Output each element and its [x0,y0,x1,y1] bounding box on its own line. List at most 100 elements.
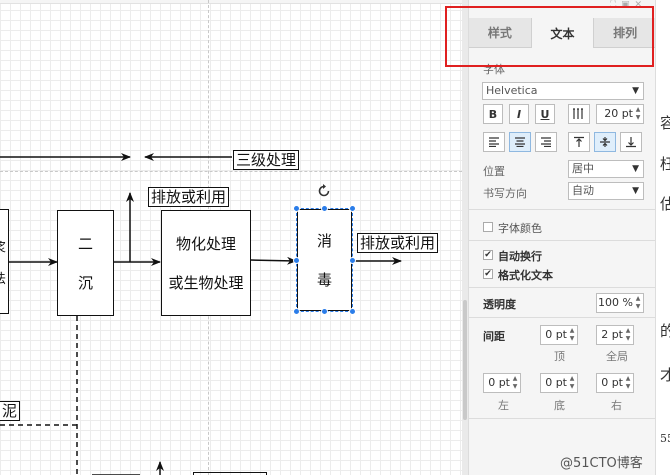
position-value: 居中 [572,162,594,175]
opacity-label: 透明度 [483,298,516,311]
vertical-text-button[interactable] [568,104,590,124]
resize-handle-n[interactable] [321,205,328,212]
bold-button[interactable]: B [483,104,503,124]
align-left-button[interactable] [483,132,505,152]
valign-top-button[interactable] [568,132,590,152]
spacing-left-value: 0 pt [488,376,510,389]
valign-middle-button[interactable] [594,132,616,152]
underline-button[interactable]: U [535,104,555,124]
doc-char: 55 [660,432,670,445]
word-wrap-checkbox[interactable]: ✔ [483,250,493,260]
spacing-left-caption: 左 [498,399,509,412]
word-wrap-label: 自动换行 [498,250,542,263]
diagram-canvas[interactable]: 浆 法 二 沉 物化处理 或生物处理 消 毒 三级处理 排放或利用 排放或利用 … [0,0,462,475]
chevron-down-icon: ▼ [632,164,639,174]
node-secondary-line-2: 沉 [77,274,93,292]
writing-direction-label: 书写方向 [483,187,527,200]
spacing-global-stepper[interactable]: ▲ ▼ [624,327,632,343]
resize-handle-nw[interactable] [293,205,300,212]
valign-top-icon [574,136,584,147]
italic-button[interactable]: I [509,104,529,124]
chevron-down-icon: ▼ [632,86,639,96]
resize-handle-sw[interactable] [293,308,300,315]
left-partial-char-2: 法 [0,268,6,287]
doc-char: 容 [660,112,670,133]
spacing-global-caption: 全局 [606,350,628,363]
node-physchem-line-2: 或生物处理 [168,274,244,292]
divider [469,287,656,288]
spacing-right-value: 0 pt [601,376,623,389]
resize-handle-w[interactable] [293,257,300,264]
label-discharge-2[interactable]: 排放或利用 [357,233,439,253]
spacing-bottom-caption: 底 [554,399,565,412]
valign-middle-icon [600,137,610,147]
doc-char: 枉 [660,153,670,174]
spacing-right-stepper[interactable]: ▲ ▼ [624,375,632,391]
align-center-button[interactable] [509,132,531,152]
vertical-text-icon [573,108,583,119]
label-discharge-1[interactable]: 排放或利用 [148,187,230,207]
left-partial-char-1: 浆 [0,237,6,256]
spacing-top-value: 0 pt [545,328,567,341]
writing-direction-select[interactable]: 自动 ▼ [568,182,644,200]
spacing-left-stepper[interactable]: ▲ ▼ [511,375,519,391]
resize-handle-ne[interactable] [349,205,356,212]
position-select[interactable]: 居中 ▼ [568,160,644,178]
doc-char: 才 [660,364,670,385]
font-size-input[interactable]: 20 pt ▲ ▼ [596,104,644,124]
spacing-global-input[interactable]: 2 pt ▲ ▼ [596,325,634,345]
left-partial-node[interactable]: 浆 法 [0,209,9,314]
panel-scrollbar-thumb[interactable] [463,300,467,420]
resize-handle-se[interactable] [349,308,356,315]
divider [469,209,656,210]
formatted-text-checkbox[interactable]: ✔ [483,269,493,279]
font-family-select[interactable]: Helvetica ▼ [482,82,644,100]
node-secondary-line-1: 二 [77,235,93,253]
spacing-bottom-input[interactable]: 0 pt ▲ ▼ [540,373,578,393]
font-family-value: Helvetica [486,84,538,97]
format-panel: 样式 文本 排列 字体 Helvetica ▼ B I U 20 pt ▲ ▼ 位… [468,0,657,475]
opacity-input[interactable]: 100 % ▲ ▼ [596,293,644,313]
rotate-icon[interactable] [316,183,332,199]
formatted-text-label: 格式化文本 [498,269,553,282]
edge-to-disinfect [250,256,297,265]
resize-handle-s[interactable] [321,308,328,315]
opacity-stepper[interactable]: ▲ ▼ [634,295,642,311]
spacing-label: 间距 [483,330,505,343]
valign-bottom-button[interactable] [620,132,642,152]
align-left-icon [489,137,499,147]
resize-handle-e[interactable] [349,257,356,264]
spacing-right-caption: 右 [611,399,622,412]
chevron-down-icon: ▼ [632,186,639,196]
font-color-checkbox[interactable] [483,222,493,232]
font-size-stepper[interactable]: ▲ ▼ [634,106,642,122]
tabs-highlight-annotation [445,6,654,67]
spacing-bottom-stepper[interactable]: ▲ ▼ [568,375,576,391]
spacing-global-value: 2 pt [601,328,623,341]
valign-bottom-icon [626,137,636,148]
node-secondary-settling[interactable]: 二 沉 [57,210,114,316]
spacing-top-stepper[interactable]: ▲ ▼ [568,327,576,343]
spacing-left-input[interactable]: 0 pt ▲ ▼ [483,373,521,393]
spacing-bottom-value: 0 pt [545,376,567,389]
document-edge: 容 枉 估 的 才 55 [655,0,670,475]
doc-char: 的 [660,320,670,341]
spacing-right-input[interactable]: 0 pt ▲ ▼ [596,373,634,393]
divider [469,418,656,419]
position-label: 位置 [483,165,505,178]
divider [469,240,656,241]
selection-outline [296,208,353,312]
label-sludge[interactable]: 泥 [0,401,21,421]
spacing-top-input[interactable]: 0 pt ▲ ▼ [540,325,578,345]
align-right-icon [541,137,551,147]
divider [469,317,656,318]
spacing-top-caption: 顶 [554,350,565,363]
node-physchem-line-1: 物化处理 [175,235,236,253]
node-physchem-treatment[interactable]: 物化处理 或生物处理 [161,210,251,316]
writing-direction-value: 自动 [572,184,594,197]
align-right-button[interactable] [535,132,557,152]
watermark: @51CTO博客 [560,456,643,471]
font-size-value: 20 pt [604,107,633,120]
label-tertiary-treatment[interactable]: 三级处理 [233,150,300,170]
opacity-value: 100 % [598,296,633,309]
